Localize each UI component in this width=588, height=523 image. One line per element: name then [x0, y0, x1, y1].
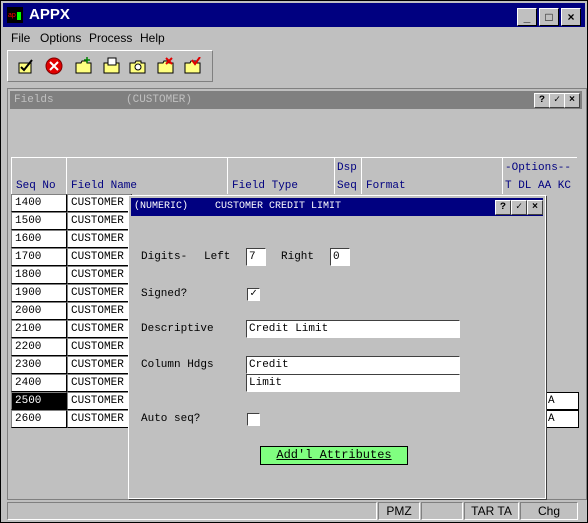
seq-cell[interactable]: 2500	[11, 392, 67, 410]
header-format[interactable]: Format	[361, 158, 502, 194]
status-message	[7, 502, 377, 520]
folder-edit-icon[interactable]	[103, 57, 121, 75]
name-cell[interactable]: CUSTOMER	[67, 284, 132, 302]
fields-ok-button[interactable]: ✓	[549, 93, 565, 108]
dialog-ok-button[interactable]: ✓	[511, 200, 527, 215]
menu-bar: File Options Process Help	[3, 28, 585, 47]
seq-cell[interactable]: 1800	[11, 266, 67, 284]
name-cell[interactable]: CUSTOMER	[67, 338, 132, 356]
left-label: Left	[204, 251, 231, 263]
auto-seq-checkbox[interactable]	[247, 413, 260, 426]
title-bar[interactable]: ap APPX _ □ ×	[3, 3, 585, 27]
header-options[interactable]: -Options-- T DL AA KC	[502, 158, 578, 194]
check-icon[interactable]	[17, 57, 35, 75]
header-field-name[interactable]: Field Name	[66, 158, 227, 194]
header-field-type[interactable]: Field Type	[227, 158, 334, 194]
seq-cell[interactable]: 2300	[11, 356, 67, 374]
svg-text:ap: ap	[8, 12, 16, 19]
name-cell[interactable]: CUSTOMER	[67, 374, 132, 392]
seq-cell[interactable]: 2600	[11, 410, 67, 428]
status-blank	[421, 502, 463, 520]
right-label: Right	[281, 251, 315, 263]
dialog-close-button[interactable]: ×	[527, 200, 543, 215]
fields-title-bar[interactable]: Fields (CUSTOMER) ? ✓ ×	[10, 91, 582, 109]
name-cell[interactable]: CUSTOMER	[67, 320, 132, 338]
header-seq[interactable]: Seq No	[11, 158, 66, 194]
folder-check-icon[interactable]	[184, 57, 202, 75]
folder-add-icon[interactable]	[75, 57, 93, 75]
seq-cell[interactable]: 2200	[11, 338, 67, 356]
fields-title: Fields	[14, 94, 54, 106]
name-cell[interactable]: CUSTOMER	[67, 302, 132, 320]
aa-cell[interactable]: A	[544, 410, 579, 428]
fields-context: (CUSTOMER)	[126, 94, 193, 106]
descriptive-input[interactable]: Credit Limit	[246, 320, 460, 338]
app-title: APPX	[29, 6, 70, 23]
stop-icon[interactable]	[45, 57, 63, 75]
signed-label: Signed?	[141, 288, 188, 300]
seq-cell[interactable]: 1500	[11, 212, 67, 230]
name-cell[interactable]: CUSTOMER	[67, 410, 132, 428]
grid-header: Seq No Field Name Field Type Dsp Seq Form…	[11, 157, 577, 194]
seq-cell[interactable]: 2100	[11, 320, 67, 338]
fields-help-button[interactable]: ?	[534, 93, 550, 108]
seq-cell[interactable]: 1900	[11, 284, 67, 302]
seq-cell[interactable]: 1600	[11, 230, 67, 248]
name-cell[interactable]: CUSTOMER	[67, 356, 132, 374]
dialog-help-button[interactable]: ?	[495, 200, 511, 215]
menu-help[interactable]: Help	[140, 31, 165, 45]
seq-cell[interactable]: 1400	[11, 194, 67, 212]
column-heading-2-input[interactable]: Limit	[246, 374, 460, 392]
maximize-button[interactable]: □	[539, 8, 559, 26]
minimize-button[interactable]: _	[517, 8, 537, 26]
close-button[interactable]: ×	[561, 8, 581, 26]
seq-cell[interactable]: 1700	[11, 248, 67, 266]
status-bar: PMZ TAR TA Chg	[3, 501, 585, 520]
status-mode: Chg	[520, 502, 578, 520]
seq-cell[interactable]: 2400	[11, 374, 67, 392]
app-window: ap APPX _ □ × File Options Process Help	[0, 0, 588, 523]
menu-process[interactable]: Process	[89, 31, 132, 45]
column-hdgs-label: Column Hdgs	[141, 359, 214, 371]
fields-close-button[interactable]: ×	[564, 93, 580, 108]
appx-logo-icon: ap	[7, 7, 23, 23]
status-tar-ta: TAR TA	[464, 502, 519, 520]
dialog-type: (NUMERIC)	[134, 201, 189, 212]
digits-label: Digits-	[141, 251, 188, 263]
name-cell[interactable]: CUSTOMER	[67, 248, 132, 266]
aa-cell[interactable]: A	[544, 392, 579, 410]
seq-cell[interactable]: 2000	[11, 302, 67, 320]
dialog-title-bar[interactable]: (NUMERIC) CUSTOMER CREDIT LIMIT ? ✓ ×	[131, 198, 543, 216]
column-heading-1-input[interactable]: Credit	[246, 356, 460, 374]
name-cell[interactable]: CUSTOMER	[67, 194, 132, 212]
name-cell[interactable]: CUSTOMER	[67, 266, 132, 284]
addl-attributes-button[interactable]: Add'l Attributes	[260, 446, 408, 465]
name-cell[interactable]: CUSTOMER	[67, 212, 132, 230]
toolbar	[7, 50, 213, 82]
header-dsp-seq[interactable]: Dsp Seq	[334, 158, 361, 194]
right-digits-input[interactable]: 0	[330, 248, 350, 266]
menu-file[interactable]: File	[11, 31, 30, 45]
auto-seq-label: Auto seq?	[141, 413, 201, 425]
folder-delete-icon[interactable]	[157, 57, 175, 75]
menu-options[interactable]: Options	[40, 31, 81, 45]
descriptive-label: Descriptive	[141, 323, 214, 335]
name-cell[interactable]: CUSTOMER	[67, 230, 132, 248]
left-digits-input[interactable]: 7	[246, 248, 266, 266]
name-cell[interactable]: CUSTOMER	[67, 392, 132, 410]
folder-search-icon[interactable]	[129, 57, 147, 75]
dialog-title: CUSTOMER CREDIT LIMIT	[215, 201, 342, 212]
status-pmz: PMZ	[378, 502, 420, 520]
credit-limit-dialog: (NUMERIC) CUSTOMER CREDIT LIMIT ? ✓ × Di…	[128, 195, 546, 499]
signed-checkbox[interactable]: ✓	[247, 288, 260, 301]
